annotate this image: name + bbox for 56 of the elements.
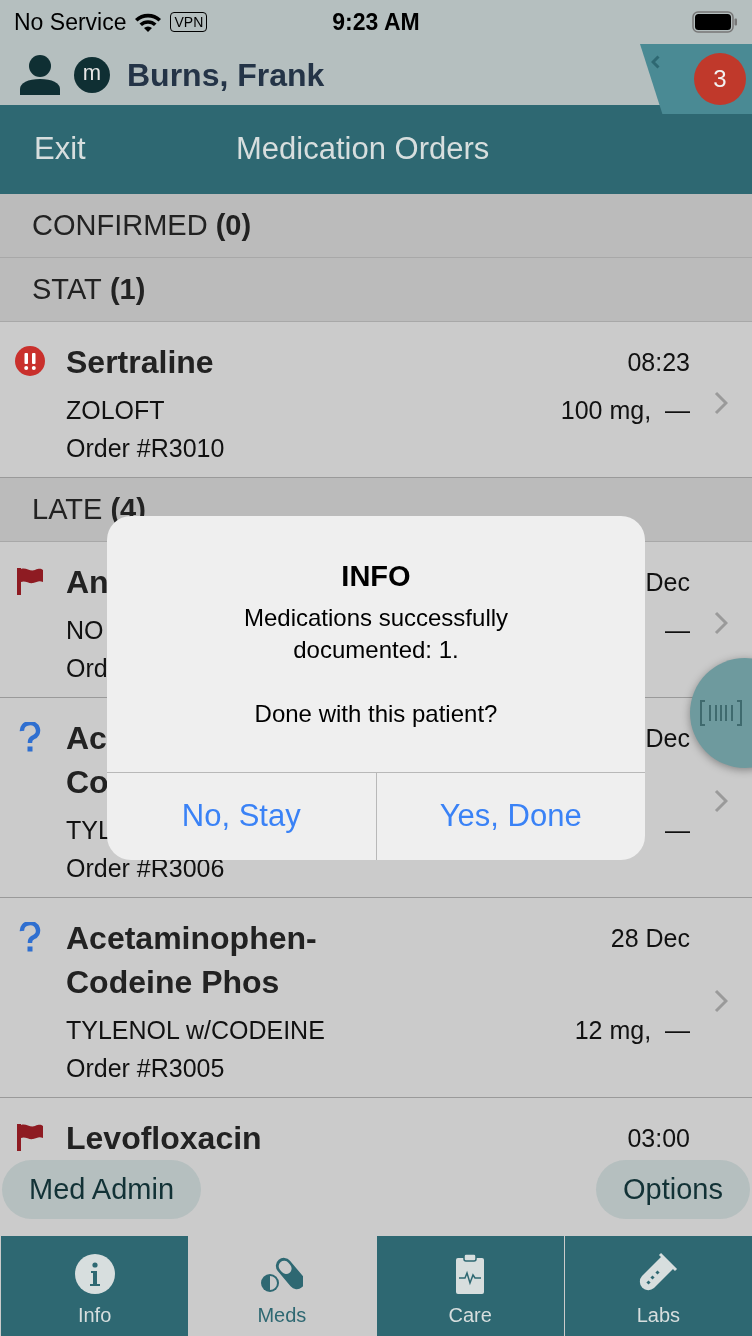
screen-title: Medication Orders xyxy=(236,130,490,169)
tab[interactable]: Info xyxy=(0,1236,189,1336)
dose: — xyxy=(665,615,690,646)
chevron-right-icon xyxy=(714,391,728,415)
patient-name: Burns, Frank xyxy=(127,55,325,95)
brand-name: NO xyxy=(66,615,104,646)
dialog-message: Medications successfully documented: 1. xyxy=(242,603,510,665)
section-header: CONFIRMED (0) xyxy=(0,194,752,258)
order-number: Ord xyxy=(66,655,108,682)
carrier: No Service xyxy=(14,7,127,37)
chevron-right-icon xyxy=(714,611,728,635)
drug-name: Acetaminophen- Codeine Phos xyxy=(66,919,317,1002)
order-number: Order #R3010 xyxy=(66,435,225,462)
dialog-title: INFO xyxy=(341,559,411,594)
battery-icon xyxy=(692,11,738,33)
chevron-left-icon xyxy=(651,55,660,69)
person-icon xyxy=(18,54,62,95)
options-button[interactable]: Options xyxy=(596,1160,750,1219)
chevron-right-icon xyxy=(714,789,728,813)
barcode-icon xyxy=(700,700,742,726)
med-admin-button[interactable]: Med Admin xyxy=(2,1160,202,1219)
brand-name: TYLENOL w/CODEINE xyxy=(66,1015,325,1046)
drug-name: Levofloxacin xyxy=(66,1119,262,1158)
clock: 9:23 AM xyxy=(332,7,420,37)
avatar-letter: m xyxy=(74,56,110,93)
tab[interactable]: Care xyxy=(375,1236,564,1336)
notification-tab[interactable]: 3 xyxy=(640,44,752,114)
chevron-right-icon xyxy=(714,989,728,1013)
tab[interactable]: Labs xyxy=(563,1236,752,1336)
brand-name: ZOLOFT xyxy=(66,395,165,426)
due-time: Dec xyxy=(645,567,690,598)
exit-button[interactable]: Exit xyxy=(0,126,236,173)
flag-icon xyxy=(15,1122,45,1152)
clipboard-icon xyxy=(456,1254,485,1294)
alert-icon xyxy=(15,346,45,376)
order-number: Order #R3005 xyxy=(66,1055,225,1082)
due-time: 28 Dec xyxy=(610,923,690,954)
drug-name: Ac Co xyxy=(66,719,109,802)
drug-name: An xyxy=(66,563,109,602)
question-mark-icon xyxy=(19,922,41,952)
dialog-question: Done with this patient? xyxy=(254,699,498,729)
dialog-button[interactable]: Yes, Done xyxy=(375,773,645,860)
flag-icon xyxy=(15,566,45,596)
vpn-badge: VPN xyxy=(170,12,208,32)
dose: 100 mg, — xyxy=(560,395,690,426)
drug-name: Sertraline xyxy=(66,343,214,382)
section-header: STAT (1) xyxy=(0,258,752,322)
wifi-icon xyxy=(134,12,163,32)
dose: — xyxy=(665,815,690,846)
due-time: 03:00 xyxy=(627,1123,690,1154)
question-mark-icon xyxy=(19,722,41,752)
due-time: 08:23 xyxy=(627,347,690,378)
due-time: Dec xyxy=(645,723,690,754)
notification-count: 3 xyxy=(694,53,746,105)
dose: 12 mg, — xyxy=(574,1015,690,1046)
info-icon xyxy=(74,1254,115,1294)
